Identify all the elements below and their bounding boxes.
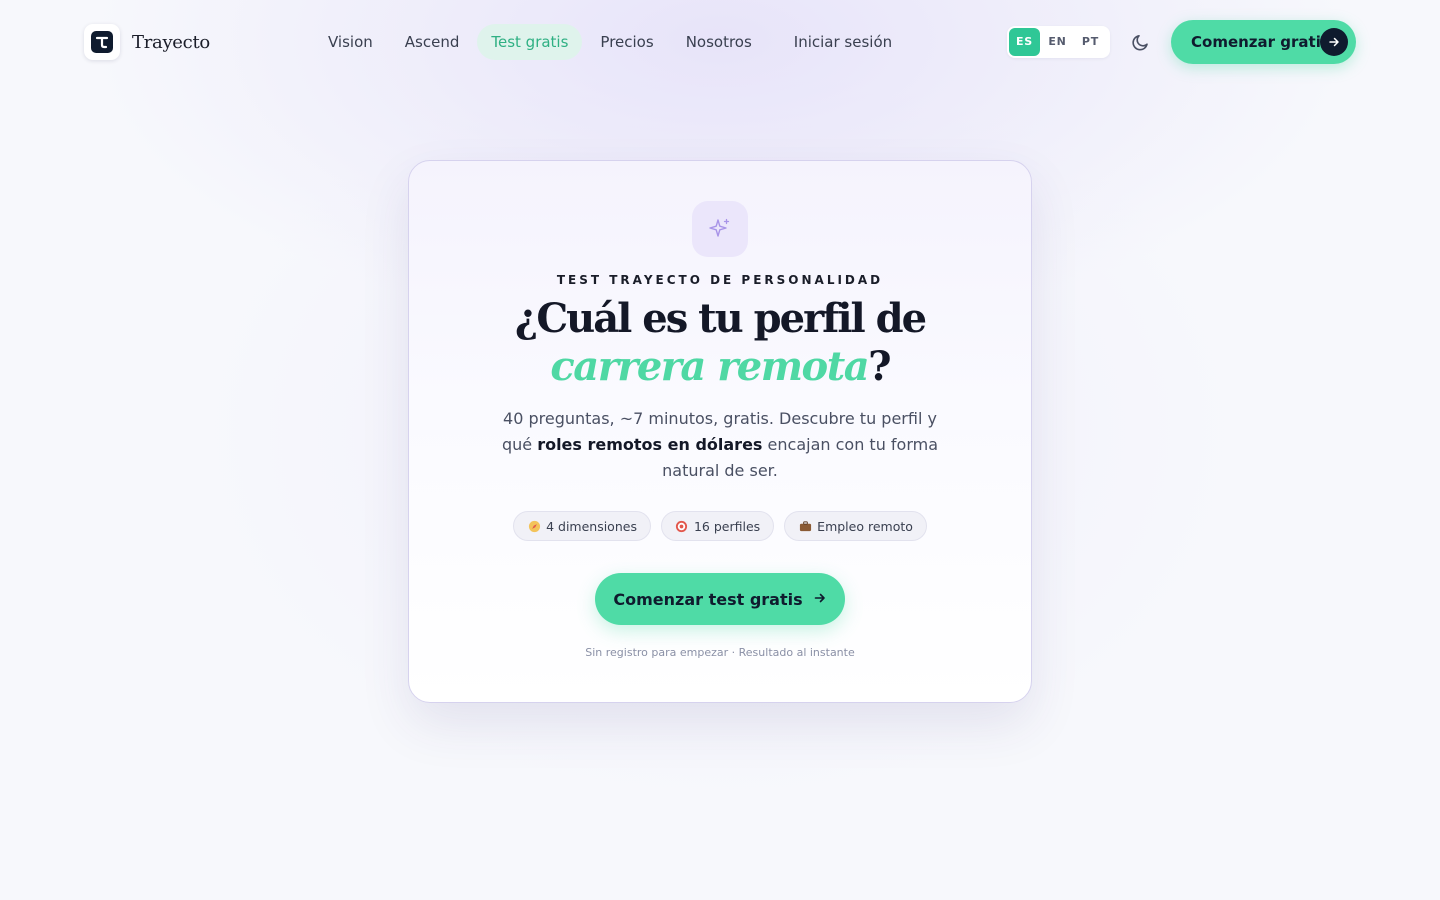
pill-label: 4 dimensiones <box>546 518 637 534</box>
nav-item-precios[interactable]: Precios <box>586 24 667 60</box>
login-link[interactable]: Iniciar sesión <box>780 24 906 60</box>
site-header: Trayecto Vision Ascend Test gratis Preci… <box>0 0 1440 84</box>
briefcase-icon <box>798 519 812 533</box>
language-switcher: ES EN PT <box>1007 26 1110 58</box>
target-icon <box>675 519 689 533</box>
start-test-button[interactable]: Comenzar test gratis <box>595 573 845 625</box>
pill-label: 16 perfiles <box>693 518 761 534</box>
start-free-button[interactable]: Comenzar gratis <box>1171 20 1356 64</box>
arrow-right-icon <box>813 590 827 609</box>
moon-icon[interactable] <box>1126 27 1156 57</box>
test-eyebrow: TEST TRAYECTO DE PERSONALIDAD <box>556 273 884 287</box>
brand-name: Trayecto <box>132 31 210 53</box>
sparkle-icon <box>692 201 748 257</box>
logo-icon <box>84 24 120 60</box>
start-free-label: Comenzar gratis <box>1191 33 1330 51</box>
test-description: 40 preguntas, ~7 minutos, gratis. Descub… <box>489 406 951 484</box>
title-accent: carrera remota <box>550 343 869 390</box>
nav-item-vision[interactable]: Vision <box>314 24 387 60</box>
pill-dimensions: 4 dimensiones <box>513 511 651 541</box>
lang-en-button[interactable]: EN <box>1042 28 1073 56</box>
test-note: Sin registro para empezar · Resultado al… <box>585 646 855 659</box>
start-test-label: Comenzar test gratis <box>613 589 803 609</box>
title-question-mark: ? <box>868 343 891 390</box>
lang-es-button[interactable]: ES <box>1009 28 1040 56</box>
nav-item-ascend[interactable]: Ascend <box>391 24 474 60</box>
page-title: ¿Cuál es tu perfil de carrera remota? <box>469 295 971 391</box>
pill-label: Empleo remoto <box>817 518 913 534</box>
lang-pt-button[interactable]: PT <box>1075 28 1106 56</box>
pill-profiles: 16 perfiles <box>660 511 775 541</box>
nav-item-test-gratis[interactable]: Test gratis <box>477 24 583 60</box>
title-text: ¿Cuál es tu perfil de <box>514 295 927 342</box>
pill-remote-jobs: Empleo remoto <box>784 511 927 541</box>
compass-icon <box>527 519 541 533</box>
arrow-right-icon <box>1320 28 1348 56</box>
personality-test-card: TEST TRAYECTO DE PERSONALIDAD ¿Cuál es t… <box>408 160 1032 703</box>
feature-pills: 4 dimensiones 16 perfiles Empleo remoto <box>409 511 1031 541</box>
nav-item-nosotros[interactable]: Nosotros <box>672 24 766 60</box>
main-nav: Vision Ascend Test gratis Precios Nosotr… <box>314 24 910 60</box>
description-highlight: roles remotos en dólares <box>537 435 763 454</box>
brand-logo[interactable]: Trayecto <box>84 24 210 60</box>
